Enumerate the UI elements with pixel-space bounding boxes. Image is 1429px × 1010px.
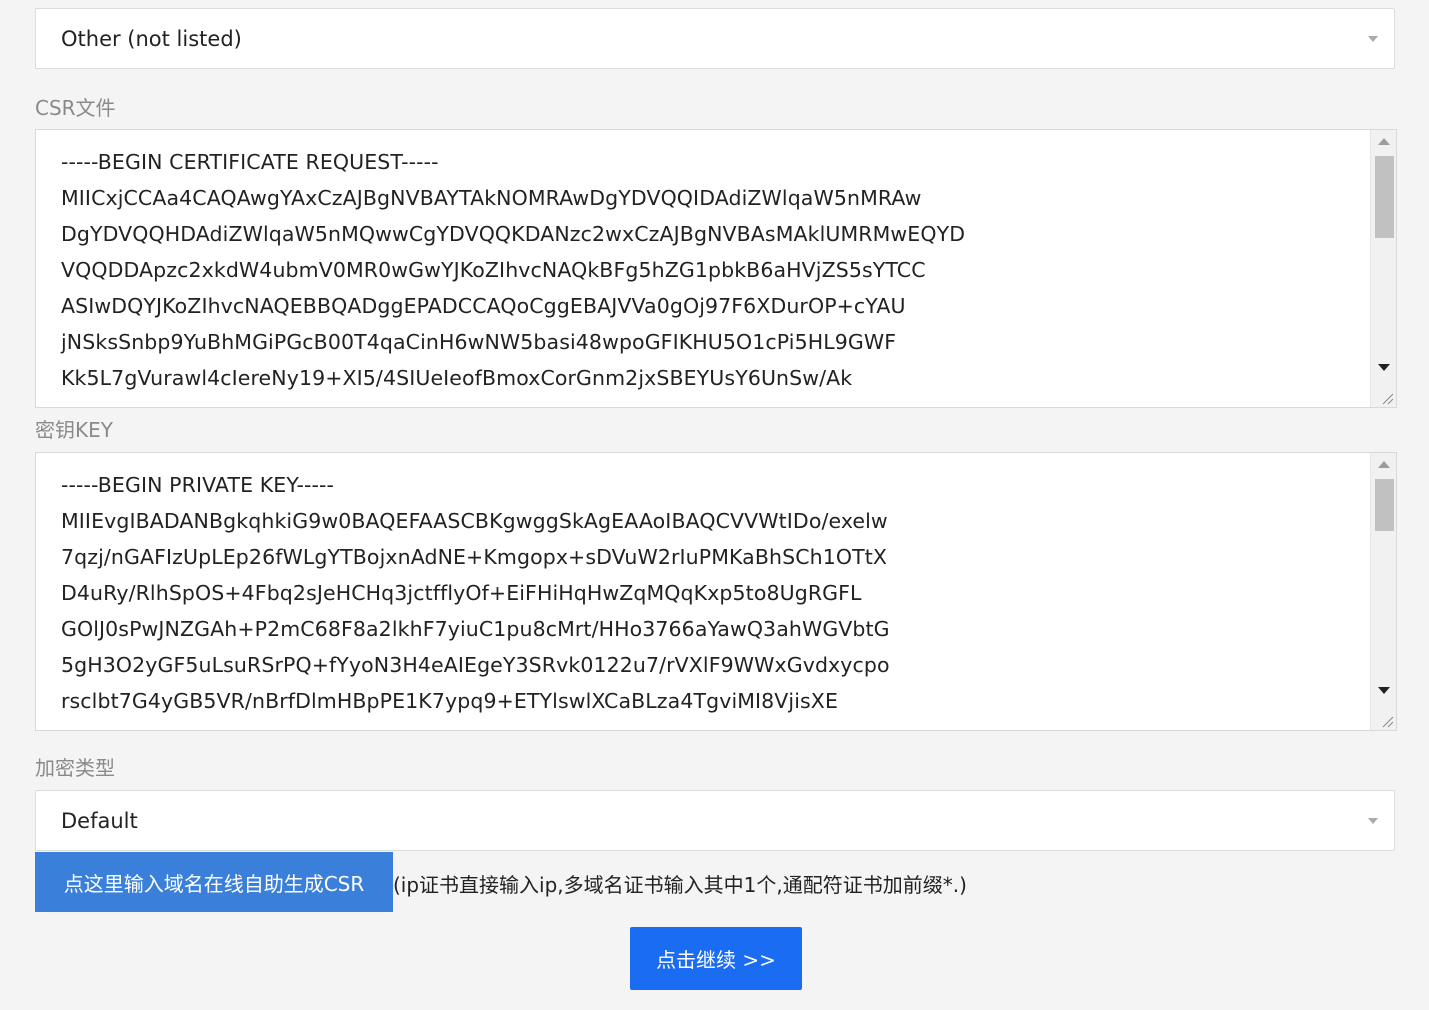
key-line: MIIEvgIBADANBgkqhkiG9w0BAQEFAASCBKgwggSk… xyxy=(61,509,888,533)
key-content: -----BEGIN PRIVATE KEY----- MIIEvgIBADANB… xyxy=(61,467,1366,719)
server-type-select[interactable]: Other (not listed) xyxy=(35,8,1395,69)
chevron-down-icon xyxy=(1368,817,1378,824)
scroll-up-icon[interactable] xyxy=(1378,138,1390,145)
encryption-select[interactable]: Default xyxy=(35,790,1395,851)
key-scrollbar[interactable] xyxy=(1370,453,1396,730)
key-line: D4uRy/RlhSpOS+4Fbq2sJeHCHq3jctfflyOf+EiF… xyxy=(61,581,862,605)
scroll-down-icon[interactable] xyxy=(1378,364,1390,371)
csr-content: -----BEGIN CERTIFICATE REQUEST----- MIICx… xyxy=(61,144,1366,396)
csr-line: ASIwDQYJKoZIhvcNAQEBBQADggEPADCCAQoCggEB… xyxy=(61,294,906,318)
key-line: rsclbt7G4yGB5VR/nBrfDlmHBpPE1K7ypq9+ETYl… xyxy=(61,689,839,713)
csr-line: jNSksSnbp9YuBhMGiPGcB00T4qaCinH6wNW5basi… xyxy=(61,330,897,354)
resize-handle-icon[interactable] xyxy=(1380,391,1394,405)
csr-line: Kk5L7gVurawl4cIereNy19+XI5/4SIUeIeofBmox… xyxy=(61,366,853,390)
key-line: 7qzj/nGAFIzUpLEp26fWLgYTBojxnAdNE+Kmgopx… xyxy=(61,545,887,569)
scroll-up-icon[interactable] xyxy=(1378,461,1390,468)
key-textarea[interactable]: -----BEGIN PRIVATE KEY----- MIIEvgIBADANB… xyxy=(35,452,1397,731)
encryption-label: 加密类型 xyxy=(35,756,115,780)
key-line: -----BEGIN PRIVATE KEY----- xyxy=(61,473,335,497)
key-line: GOlJ0sPwJNZGAh+P2mC68F8a2lkhF7yiuC1pu8cM… xyxy=(61,617,890,641)
generate-csr-button[interactable]: 点这里输入域名在线自助生成CSR xyxy=(35,852,393,912)
encryption-value: Default xyxy=(61,808,138,833)
scroll-thumb[interactable] xyxy=(1375,156,1394,238)
csr-line: -----BEGIN CERTIFICATE REQUEST----- xyxy=(61,150,439,174)
continue-button[interactable]: 点击继续 >> xyxy=(630,927,802,990)
csr-line: MIICxjCCAa4CAQAwgYAxCzAJBgNVBAYTAkNOMRAw… xyxy=(61,186,922,210)
resize-handle-icon[interactable] xyxy=(1380,714,1394,728)
csr-label: CSR文件 xyxy=(35,96,116,120)
key-line: 5gH3O2yGF5uLsuRSrPQ+fYyoN3H4eAIEgeY3SRvk… xyxy=(61,653,890,677)
scroll-down-icon[interactable] xyxy=(1378,687,1390,694)
chevron-down-icon xyxy=(1368,35,1378,42)
csr-textarea[interactable]: -----BEGIN CERTIFICATE REQUEST----- MIICx… xyxy=(35,129,1397,408)
csr-scrollbar[interactable] xyxy=(1370,130,1396,407)
scroll-thumb[interactable] xyxy=(1375,479,1394,531)
key-label: 密钥KEY xyxy=(35,418,113,442)
csr-line: DgYDVQQHDAdiZWlqaW5nMQwwCgYDVQQKDANzc2wx… xyxy=(61,222,966,246)
server-type-value: Other (not listed) xyxy=(61,26,242,51)
generate-hint: (ip证书直接输入ip,多域名证书输入其中1个,通配符证书加前缀*.) xyxy=(393,873,967,897)
csr-line: VQQDDApzc2xkdW4ubmV0MR0wGwYJKoZIhvcNAQkB… xyxy=(61,258,926,282)
